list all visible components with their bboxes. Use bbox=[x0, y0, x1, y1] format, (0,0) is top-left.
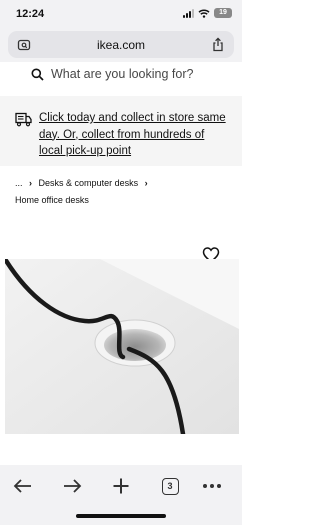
cellular-signal-icon bbox=[183, 8, 194, 18]
status-time: 12:24 bbox=[16, 8, 45, 20]
breadcrumb: ... › Desks & computer desks › bbox=[15, 178, 152, 188]
search-placeholder: What are you looking for? bbox=[51, 67, 194, 81]
cable-grommet-photo bbox=[5, 259, 239, 434]
status-icons: 19 bbox=[183, 8, 232, 18]
tabs-icon: 3 bbox=[161, 477, 179, 495]
delivery-truck-icon bbox=[15, 112, 32, 127]
address-bar[interactable]: ikea.com bbox=[8, 31, 234, 58]
browser-address-area: ikea.com bbox=[0, 28, 242, 62]
chevron-right-icon: › bbox=[29, 178, 33, 188]
back-button[interactable] bbox=[11, 475, 35, 497]
new-tab-button[interactable] bbox=[109, 475, 133, 497]
url-text: ikea.com bbox=[96, 38, 146, 52]
tabs-button[interactable]: 3 bbox=[158, 475, 182, 497]
more-icon bbox=[203, 484, 221, 488]
share-icon[interactable] bbox=[211, 37, 225, 52]
banner-link-text[interactable]: Click today and collect in store same da… bbox=[39, 110, 231, 160]
search-input[interactable]: What are you looking for? bbox=[15, 62, 237, 88]
search-icon bbox=[31, 68, 44, 81]
status-bar: 12:24 19 bbox=[0, 0, 242, 28]
site-search-area: What are you looking for? bbox=[0, 62, 242, 92]
product-image[interactable] bbox=[5, 259, 239, 434]
back-arrow-icon bbox=[13, 479, 31, 493]
wifi-icon bbox=[198, 9, 210, 18]
battery-indicator: 19 bbox=[214, 8, 232, 18]
forward-button[interactable] bbox=[60, 475, 84, 497]
click-collect-banner[interactable]: Click today and collect in store same da… bbox=[0, 96, 242, 166]
breadcrumb-current: Home office desks bbox=[15, 195, 89, 205]
home-indicator bbox=[76, 514, 166, 518]
new-tab-plus-icon bbox=[113, 478, 129, 494]
more-button[interactable] bbox=[200, 475, 224, 497]
breadcrumb-ellipsis[interactable]: ... bbox=[15, 178, 23, 188]
chevron-right-icon: › bbox=[144, 178, 148, 188]
forward-arrow-icon bbox=[64, 479, 82, 493]
breadcrumb-item-desks[interactable]: Desks & computer desks bbox=[39, 178, 139, 188]
